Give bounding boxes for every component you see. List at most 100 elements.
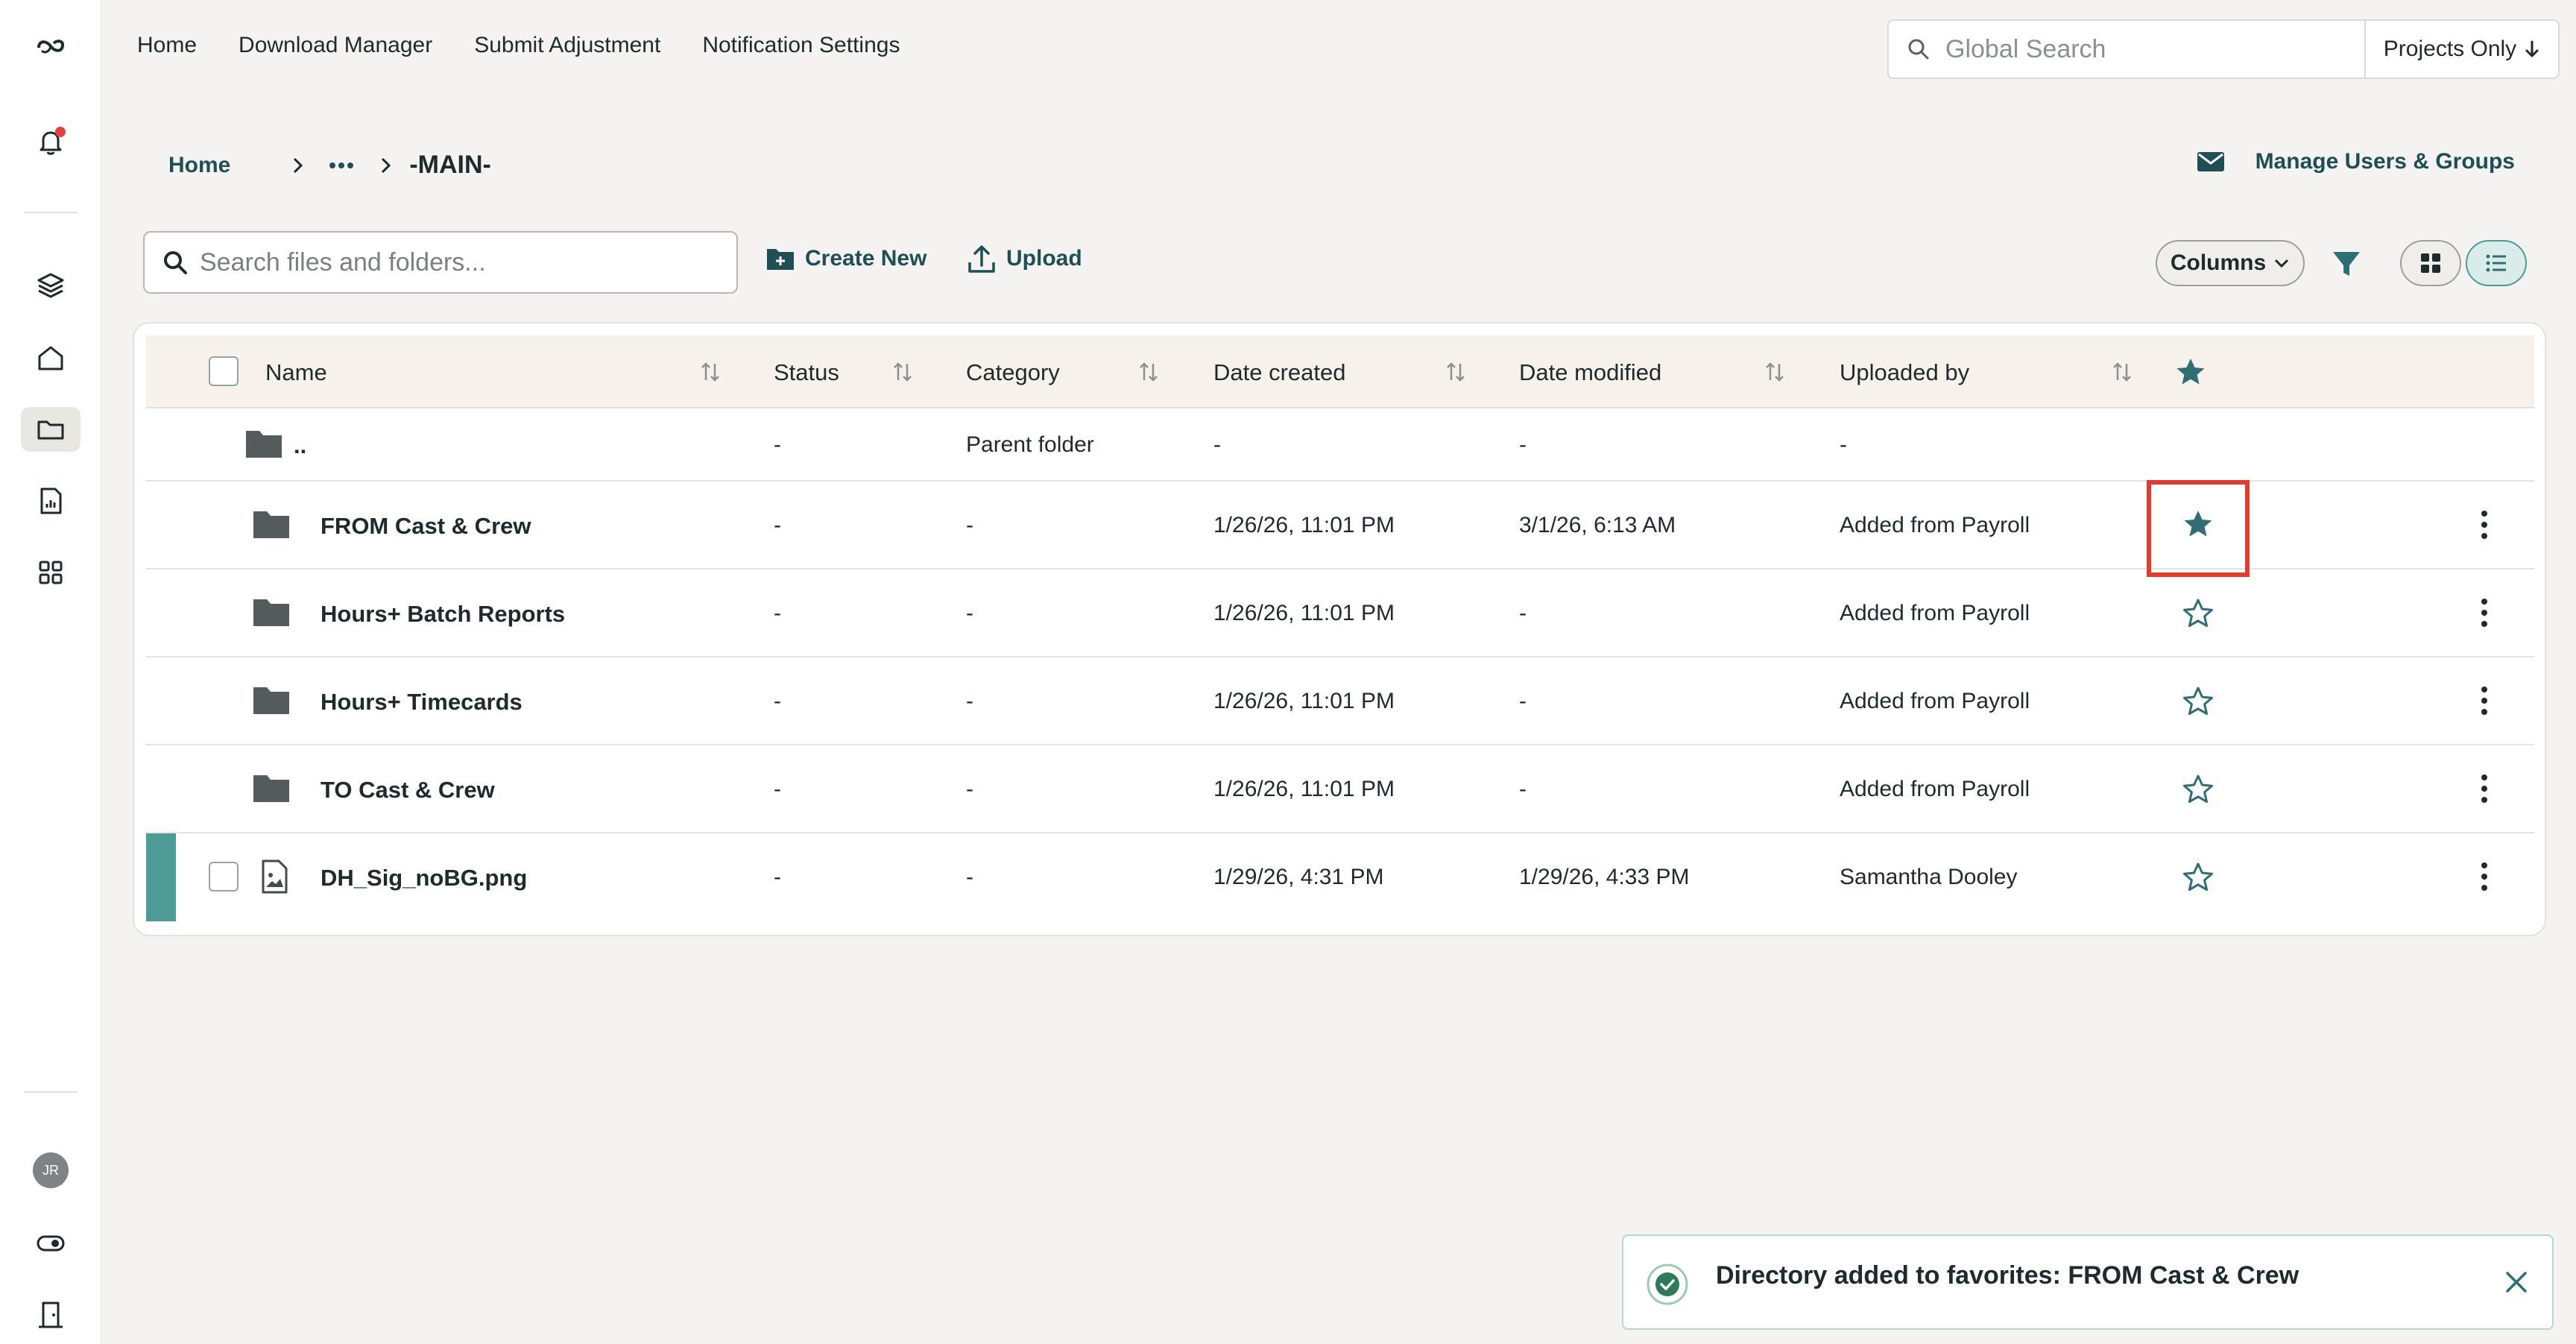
upload-label: Upload	[1006, 246, 1082, 271]
cell-uploaded-by: -	[1840, 432, 1847, 457]
create-new-button[interactable]: Create New	[765, 243, 926, 274]
chevron-down-icon	[2275, 259, 2289, 268]
cell-date-created: 1/29/26, 4:31 PM	[1213, 865, 1384, 889]
list-view-button[interactable]	[2466, 240, 2527, 286]
cell-category: -	[966, 689, 973, 713]
sidebar-item-files[interactable]	[21, 407, 80, 452]
header-status[interactable]: Status	[774, 359, 839, 386]
notifications-button[interactable]	[21, 119, 80, 164]
cell-date-modified: 1/29/26, 4:33 PM	[1519, 865, 1690, 889]
sort-icon[interactable]	[699, 361, 722, 383]
folder-icon	[253, 599, 289, 626]
table-row-parent[interactable]: .. - Parent folder - - -	[146, 408, 2534, 482]
grid-view-button[interactable]	[2400, 240, 2461, 286]
sidebar-divider	[24, 212, 78, 213]
home-icon	[38, 346, 63, 370]
app-logo[interactable]	[21, 24, 80, 69]
theme-toggle[interactable]	[21, 1221, 80, 1266]
sort-icon[interactable]	[1764, 361, 1786, 383]
nav-submit-adjustment[interactable]: Submit Adjustment	[474, 33, 660, 58]
header-date-created[interactable]: Date created	[1213, 359, 1346, 386]
search-icon	[1908, 39, 1929, 60]
logout-button[interactable]	[21, 1293, 80, 1337]
folder-icon	[246, 431, 282, 458]
breadcrumb-home[interactable]: Home	[168, 153, 230, 178]
ellipsis-icon[interactable]	[329, 162, 354, 169]
upload-button[interactable]: Upload	[966, 243, 1082, 274]
more-options-icon[interactable]	[2479, 686, 2490, 716]
star-outline-icon[interactable]	[2182, 862, 2214, 893]
toast-notification: Directory added to favorites: FROM Cast …	[1622, 1234, 2554, 1330]
nav-download-manager[interactable]: Download Manager	[239, 33, 432, 58]
cell-uploaded-by: Added from Payroll	[1840, 777, 2030, 801]
envelope-icon	[2197, 152, 2224, 171]
folder-plus-icon	[767, 249, 794, 270]
cell-category: -	[966, 513, 973, 537]
grid-icon	[2421, 253, 2440, 273]
sidebar-item-layers[interactable]	[21, 262, 80, 307]
cell-status: -	[774, 601, 781, 625]
folder-icon	[253, 775, 289, 802]
cell-name: FROM Cast & Crew	[321, 513, 531, 539]
nav-notification-settings[interactable]: Notification Settings	[702, 33, 900, 58]
cell-uploaded-by: Added from Payroll	[1840, 601, 2030, 625]
list-icon	[2486, 254, 2506, 272]
sort-icon[interactable]	[2111, 361, 2133, 383]
upload-icon	[968, 245, 995, 273]
header-name[interactable]: Name	[265, 359, 327, 386]
table-row[interactable]: DH_Sig_noBG.png - - 1/29/26, 4:31 PM 1/2…	[146, 833, 2534, 921]
breadcrumb: Home -MAIN-	[168, 151, 491, 180]
header-uploaded-by[interactable]: Uploaded by	[1840, 359, 1969, 386]
table-row[interactable]: Hours+ Batch Reports - - 1/26/26, 11:01 …	[146, 570, 2534, 657]
columns-dropdown[interactable]: Columns	[2156, 240, 2305, 286]
search-scope-dropdown[interactable]: Projects Only	[2364, 21, 2558, 78]
sidebar-item-reports[interactable]	[21, 479, 80, 523]
close-icon[interactable]	[2501, 1267, 2531, 1297]
filter-icon[interactable]	[2330, 247, 2363, 280]
nav-home[interactable]: Home	[137, 33, 197, 58]
cell-date-modified: -	[1519, 777, 1527, 801]
global-search-input[interactable]	[1945, 34, 2363, 64]
star-outline-icon[interactable]	[2182, 598, 2214, 629]
row-checkbox[interactable]	[209, 862, 239, 892]
cell-uploaded-by: Added from Payroll	[1840, 513, 2030, 537]
more-options-icon[interactable]	[2479, 510, 2490, 540]
create-new-label: Create New	[805, 246, 927, 271]
image-file-icon	[262, 859, 288, 894]
sort-icon[interactable]	[891, 361, 914, 383]
sort-icon[interactable]	[1445, 361, 1467, 383]
notification-badge	[55, 127, 66, 137]
header-date-modified[interactable]: Date modified	[1519, 359, 1661, 386]
table-row[interactable]: TO Cast & Crew - - 1/26/26, 11:01 PM - A…	[146, 745, 2534, 833]
sidebar-item-home[interactable]	[21, 335, 80, 380]
manage-users-link[interactable]: Manage Users & Groups	[2196, 149, 2515, 174]
cell-uploaded-by: Samantha Dooley	[1840, 865, 2018, 889]
sort-icon[interactable]	[1137, 361, 1160, 383]
table-header: Name Status Category Date created Date m…	[146, 335, 2534, 408]
folder-icon	[253, 687, 289, 714]
sidebar: JR	[0, 0, 101, 1344]
more-options-icon[interactable]	[2479, 598, 2490, 628]
highlight-annotation	[2147, 480, 2250, 577]
select-all-checkbox[interactable]	[209, 356, 239, 386]
cell-date-modified: -	[1519, 432, 1527, 457]
door-icon	[39, 1302, 63, 1328]
star-filled-icon[interactable]	[2175, 356, 2206, 388]
cell-name: Hours+ Timecards	[321, 689, 523, 715]
search-icon	[164, 251, 187, 274]
cell-date-modified: 3/1/26, 6:13 AM	[1519, 513, 1676, 537]
file-search-input[interactable]	[200, 247, 707, 277]
avatar[interactable]: JR	[33, 1152, 69, 1188]
header-category[interactable]: Category	[966, 359, 1060, 386]
sidebar-divider	[24, 1091, 78, 1093]
more-options-icon[interactable]	[2479, 862, 2490, 892]
toggle-icon	[37, 1235, 65, 1252]
sidebar-item-apps[interactable]	[21, 550, 80, 595]
cell-status: -	[774, 689, 781, 713]
chevron-right-icon	[294, 157, 303, 173]
star-outline-icon[interactable]	[2182, 686, 2214, 717]
table-row[interactable]: Hours+ Timecards - - 1/26/26, 11:01 PM -…	[146, 657, 2534, 745]
chevron-right-icon	[382, 157, 391, 173]
star-outline-icon[interactable]	[2182, 774, 2214, 805]
more-options-icon[interactable]	[2479, 774, 2490, 804]
